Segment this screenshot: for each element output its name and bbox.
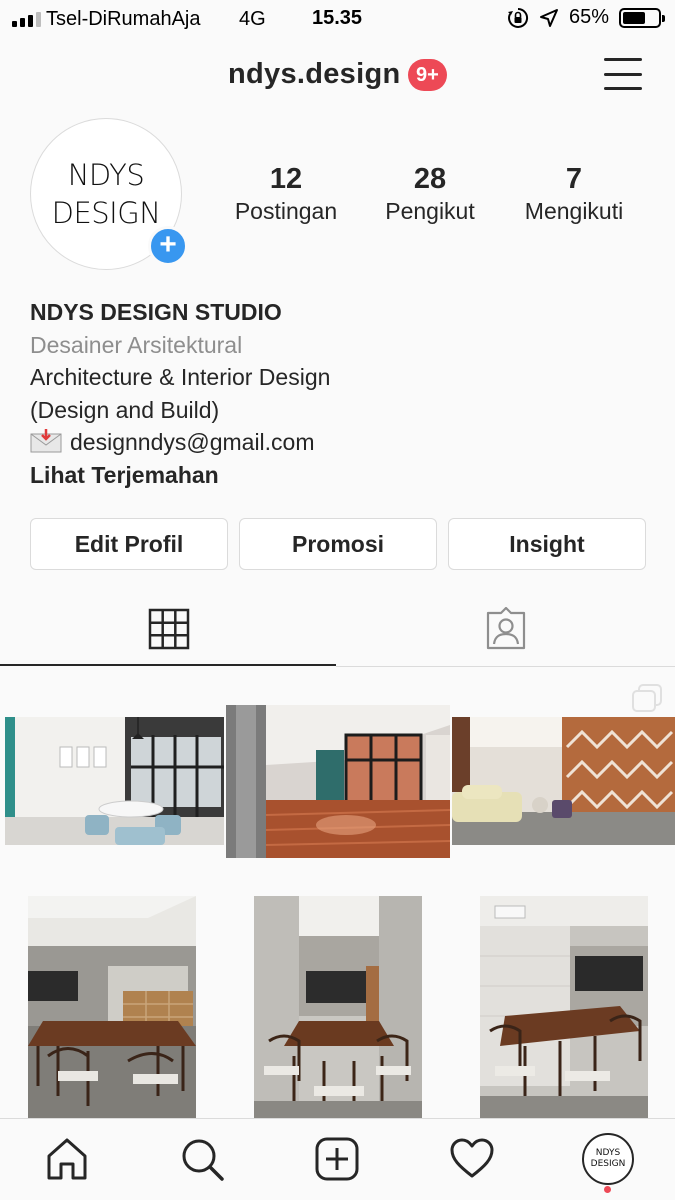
avatar-logo-line2: DESIGN [51, 196, 161, 230]
post-image-dining-room-3 [480, 896, 648, 1118]
notification-badge[interactable]: 9+ [408, 59, 447, 91]
menu-icon[interactable] [604, 58, 642, 90]
post-thumbnail-6[interactable] [480, 896, 648, 1118]
search-icon [182, 1139, 224, 1181]
profile-notification-dot [604, 1186, 611, 1193]
stat-posts-label: Postingan [234, 198, 338, 224]
stat-posts[interactable]: 12 Postingan [228, 162, 344, 226]
home-icon [47, 1138, 87, 1180]
bottom-navigation: NDYS DESIGN [0, 1118, 675, 1200]
post-image-dining-room-2 [254, 896, 422, 1118]
stat-followers-label: Pengikut [385, 198, 475, 224]
add-story-icon[interactable]: + [148, 226, 188, 266]
stat-following[interactable]: 7 Mengikuti [514, 162, 634, 226]
add-post-icon [315, 1137, 359, 1181]
stat-following-value: 7 [565, 163, 583, 195]
username-title[interactable]: ndys.design [228, 58, 401, 91]
multiple-photos-icon [632, 684, 662, 712]
incoming-envelope-icon [30, 429, 62, 453]
signal-icon [12, 11, 41, 27]
bio-line-2: (Design and Build) [30, 396, 220, 423]
tagged-icon [486, 607, 525, 650]
post-thumbnail-5[interactable] [254, 896, 422, 1118]
heart-icon [450, 1138, 494, 1178]
bio-line-1: Architecture & Interior Design [30, 364, 331, 390]
battery-icon [619, 7, 665, 28]
tab-grid[interactable] [0, 590, 337, 668]
tab-divider [336, 666, 675, 667]
profile-bio: NDYS DESIGN STUDIO Desainer Arsitektural… [30, 296, 650, 491]
edit-profile-button[interactable]: Edit Profil [30, 518, 228, 570]
insight-button[interactable]: Insight [448, 518, 646, 570]
bio-email-row: designndys@gmail.com [30, 426, 650, 459]
nav-avatar-line1: NDYS [595, 1148, 621, 1158]
post-image-corridor [226, 705, 450, 858]
post-thumbnail-4[interactable] [28, 896, 196, 1118]
post-image-lounge [452, 717, 675, 845]
carrier-name: Tsel-DiRumahAja [46, 8, 201, 30]
nav-activity[interactable] [448, 1135, 496, 1183]
battery-fill [623, 11, 646, 24]
post-image-meeting-room [5, 717, 224, 845]
stat-posts-value: 12 [269, 163, 303, 195]
status-time: 15.35 [312, 7, 363, 29]
nav-home[interactable] [43, 1135, 91, 1183]
battery-percent: 65% [568, 6, 609, 28]
nav-profile-avatar[interactable]: NDYS DESIGN [582, 1133, 634, 1185]
nav-avatar-line2: DESIGN [590, 1159, 626, 1169]
promote-button[interactable]: Promosi [239, 518, 437, 570]
profile-category: Desainer Arsitektural [30, 331, 243, 358]
post-thumbnail-3[interactable] [452, 717, 675, 845]
see-translation-link[interactable]: Lihat Terjemahan [30, 459, 650, 492]
post-thumbnail-2[interactable] [226, 705, 450, 858]
profile-header: ndys.design 9+ [0, 48, 675, 104]
status-bar: Tsel-DiRumahAja 4G 15.35 65% [0, 0, 675, 38]
post-thumbnail-1[interactable] [5, 717, 224, 845]
nav-search[interactable] [178, 1135, 226, 1183]
location-icon [539, 8, 558, 27]
post-image-dining-room-1 [28, 896, 196, 1118]
profile-name: NDYS DESIGN STUDIO [30, 299, 282, 325]
rotation-lock-icon [507, 7, 529, 28]
status-right: 65% [507, 6, 665, 29]
tab-tagged[interactable] [337, 590, 674, 668]
bio-email-link[interactable]: designndys@gmail.com [70, 429, 315, 455]
stat-followers-value: 28 [413, 163, 447, 195]
stat-followers[interactable]: 28 Pengikut [378, 162, 482, 226]
active-tab-indicator [0, 664, 336, 666]
grid-icon [148, 608, 189, 650]
nav-new-post[interactable] [313, 1135, 361, 1183]
stat-following-label: Mengikuti [524, 198, 624, 224]
network-type: 4G [239, 8, 266, 30]
avatar-logo-line1: NDYS [67, 158, 145, 192]
